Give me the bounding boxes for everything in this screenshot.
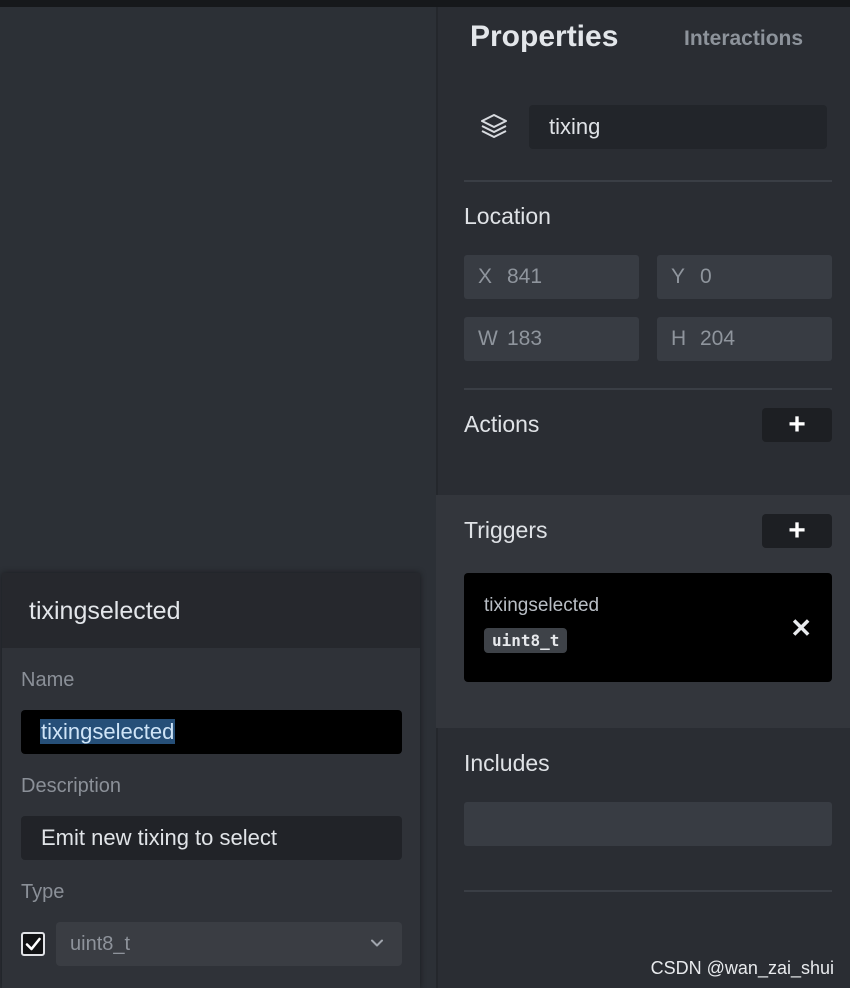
location-title: Location: [464, 203, 551, 229]
x-label: X: [478, 265, 493, 288]
trigger-edit-panel: tixingselected Name tixingselected Descr…: [2, 573, 420, 988]
type-select[interactable]: uint8_t: [56, 922, 402, 966]
type-select-value: uint8_t: [70, 933, 131, 955]
h-field[interactable]: H 204: [657, 317, 832, 361]
trigger-name: tixingselected: [484, 595, 600, 616]
w-value: 183: [507, 327, 543, 350]
trigger-item[interactable]: tixingselected uint8_t ✕: [464, 573, 832, 682]
x-value: 841: [507, 265, 543, 288]
name-label: Name: [21, 669, 75, 691]
divider: [464, 180, 832, 182]
w-field[interactable]: W 183: [464, 317, 639, 361]
widget-name-field[interactable]: tixing: [529, 105, 827, 149]
includes-title: Includes: [464, 750, 550, 776]
description-input[interactable]: Emit new tixing to select: [21, 816, 402, 860]
divider: [464, 388, 832, 390]
includes-field[interactable]: [464, 802, 832, 846]
triggers-title: Triggers: [464, 517, 548, 543]
divider: [464, 890, 832, 892]
edit-panel-title: tixingselected: [29, 597, 181, 625]
description-label: Description: [21, 775, 122, 797]
actions-title: Actions: [464, 411, 540, 437]
edit-panel-header: tixingselected: [2, 573, 420, 648]
watermark: CSDN @wan_zai_shui: [650, 958, 834, 978]
h-label: H: [671, 327, 687, 350]
x-field[interactable]: X 841: [464, 255, 639, 299]
y-value: 0: [700, 265, 712, 288]
layers-icon: [481, 114, 507, 138]
y-field[interactable]: Y0: [657, 255, 832, 299]
w-label: W: [478, 327, 498, 350]
trigger-type-badge: uint8_t: [484, 628, 568, 653]
y-label: Y: [671, 265, 686, 288]
name-input[interactable]: tixingselected: [21, 710, 402, 754]
checkmark-icon: [25, 937, 41, 951]
type-checkbox[interactable]: [21, 932, 45, 956]
chevron-down-icon: [371, 939, 383, 947]
tab-interactions[interactable]: Interactions: [684, 27, 803, 51]
close-icon[interactable]: ✕: [790, 613, 812, 644]
tab-properties[interactable]: Properties: [470, 20, 618, 54]
h-value: 204: [700, 327, 736, 350]
add-action-button[interactable]: +: [762, 408, 832, 442]
top-bar: [0, 0, 850, 7]
type-label: Type: [21, 881, 65, 903]
name-input-value: tixingselected: [40, 719, 176, 744]
add-trigger-button[interactable]: +: [762, 514, 832, 548]
